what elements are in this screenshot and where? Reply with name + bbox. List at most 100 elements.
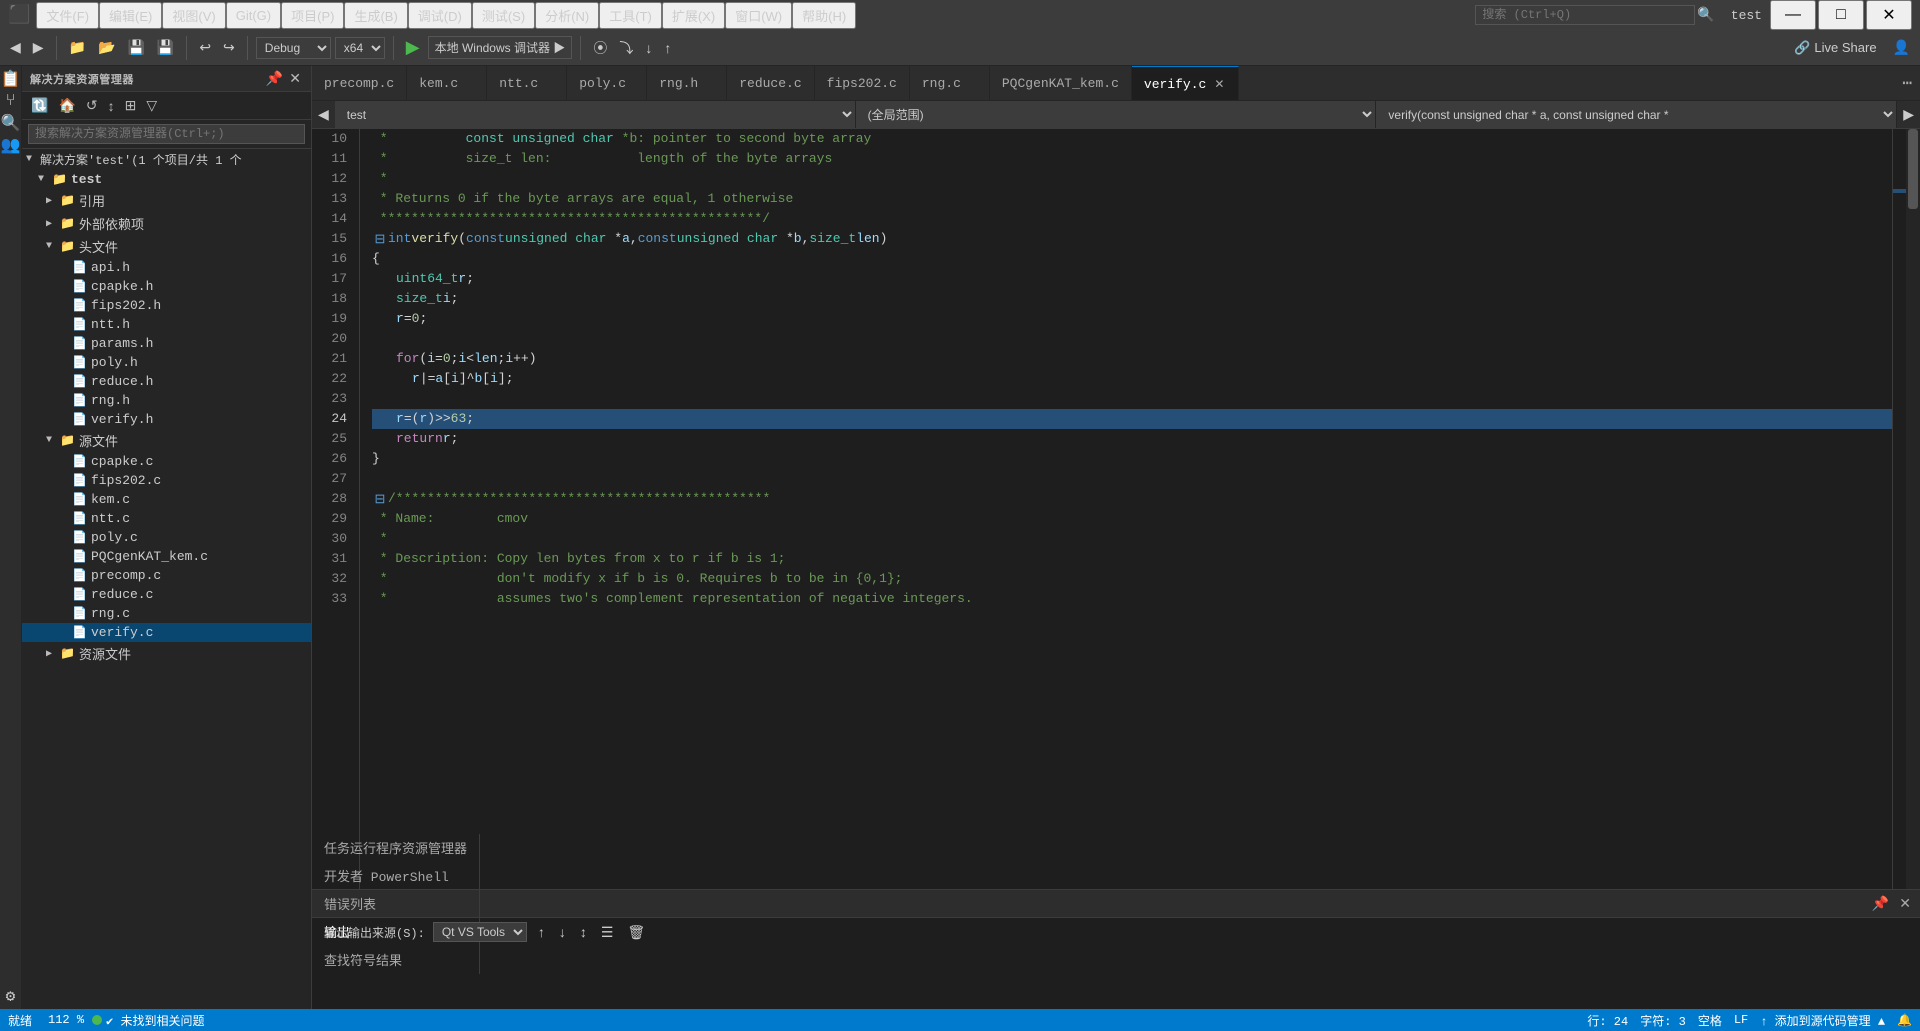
sidebar-collapse-button[interactable]: ↕ bbox=[105, 97, 118, 115]
tab-polyc[interactable]: poly.c bbox=[567, 66, 647, 101]
activity-settings[interactable]: ⚙ bbox=[2, 987, 20, 1005]
tree-item-precomp-c[interactable]: 📄precomp.c bbox=[22, 566, 311, 585]
breakpoint-button[interactable]: ⦿ bbox=[589, 36, 611, 60]
bottom-tab-开发者PowerShell[interactable]: 开发者 PowerShell bbox=[312, 862, 480, 890]
function-select[interactable]: verify(const unsigned char * a, const un… bbox=[1376, 101, 1897, 128]
tree-item-resources[interactable]: ▶📁资源文件 bbox=[22, 642, 311, 665]
maximize-button[interactable]: □ bbox=[1818, 0, 1864, 30]
output-clear-button[interactable]: 🗑 bbox=[624, 923, 648, 942]
tree-item-cpapke-c[interactable]: 📄cpapke.c bbox=[22, 452, 311, 471]
tree-item-fips202-h[interactable]: 📄fips202.h bbox=[22, 296, 311, 315]
tree-item-kem-c[interactable]: 📄kem.c bbox=[22, 490, 311, 509]
menu-item-w[interactable]: 窗口(W) bbox=[725, 2, 792, 29]
tree-item-PQCgenKAT-kem-c[interactable]: 📄PQCgenKAT_kem.c bbox=[22, 547, 311, 566]
tree-item-verify-c[interactable]: 📄verify.c bbox=[22, 623, 311, 642]
platform-select[interactable]: x64 x86 bbox=[335, 37, 385, 59]
save-button[interactable]: 💾 bbox=[123, 37, 148, 58]
output-down-button[interactable]: ↓ bbox=[556, 923, 569, 941]
sidebar-filter-button[interactable]: ▽ bbox=[143, 96, 160, 115]
tree-item-cpapke-h[interactable]: 📄cpapke.h bbox=[22, 277, 311, 296]
tree-item-ntt-h[interactable]: 📄ntt.h bbox=[22, 315, 311, 334]
sidebar-close-button[interactable]: ✕ bbox=[287, 70, 303, 87]
bottom-tab-查找符号结果[interactable]: 查找符号结果 bbox=[312, 946, 480, 974]
run-button[interactable]: ▶ bbox=[402, 35, 424, 60]
menu-item-d[interactable]: 调试(D) bbox=[408, 2, 472, 29]
step-out-button[interactable]: ↑ bbox=[660, 38, 675, 58]
tab-rngc[interactable]: rng.c bbox=[910, 66, 990, 101]
tree-item-api-h[interactable]: 📄api.h bbox=[22, 258, 311, 277]
menu-item-t[interactable]: 工具(T) bbox=[599, 2, 662, 29]
sidebar-pin-button[interactable]: 📌 bbox=[264, 70, 285, 87]
menu-item-x[interactable]: 扩展(X) bbox=[662, 2, 725, 29]
output-up-button[interactable]: ↑ bbox=[535, 923, 548, 941]
status-char[interactable]: 字符: 3 bbox=[1640, 1012, 1686, 1029]
sidebar-home-button[interactable]: 🏠 bbox=[55, 96, 78, 115]
code-editor[interactable]: * const unsigned char *b: pointer to sec… bbox=[360, 129, 1892, 889]
menu-item-gitg[interactable]: Git(G) bbox=[226, 2, 281, 29]
redo-button[interactable]: ↪ bbox=[219, 37, 239, 58]
bottom-pin-button[interactable]: 📌 bbox=[1869, 894, 1892, 913]
status-notifications[interactable]: 🔔 bbox=[1897, 1013, 1912, 1028]
output-list-button[interactable]: ☰ bbox=[598, 923, 617, 942]
user-icon-button[interactable]: 👤 bbox=[1889, 37, 1914, 58]
add-source-control[interactable]: ↑ 添加到源代码管理 ▲ bbox=[1760, 1012, 1885, 1029]
back-button[interactable]: ◀ bbox=[6, 37, 25, 58]
undo-button[interactable]: ↩ bbox=[195, 37, 215, 58]
tab-precompc[interactable]: precomp.c bbox=[312, 66, 407, 101]
bottom-tab-错误列表[interactable]: 错误列表 bbox=[312, 890, 480, 918]
func-back-button[interactable]: ◀ bbox=[312, 101, 335, 128]
tree-item-poly-c[interactable]: 📄poly.c bbox=[22, 528, 311, 547]
tree-item-ntt-c[interactable]: 📄ntt.c bbox=[22, 509, 311, 528]
tree-item-params-h[interactable]: 📄params.h bbox=[22, 334, 311, 353]
global-scope-select[interactable]: (全局范围) bbox=[856, 101, 1377, 128]
minimize-button[interactable]: — bbox=[1770, 0, 1816, 30]
tab-fips202c[interactable]: fips202.c bbox=[815, 66, 910, 101]
step-over-button[interactable]: ⤵ bbox=[615, 36, 637, 60]
sidebar-sync-button[interactable]: 🔃 bbox=[28, 96, 51, 115]
global-search-input[interactable] bbox=[1475, 5, 1695, 25]
output-source-select[interactable]: Qt VS Tools 生成 调试 bbox=[433, 922, 527, 942]
tree-item-reduce-h[interactable]: 📄reduce.h bbox=[22, 372, 311, 391]
save-all-button[interactable]: 💾 bbox=[153, 37, 178, 58]
tree-item-verify-h[interactable]: 📄verify.h bbox=[22, 410, 311, 429]
menu-item-p[interactable]: 项目(P) bbox=[281, 2, 344, 29]
tree-solution[interactable]: ▼ 解决方案'test'(1 个项目/共 1 个 bbox=[22, 149, 311, 170]
tab-kemc[interactable]: kem.c bbox=[407, 66, 487, 101]
bottom-tab-任务运行程序资源管理器[interactable]: 任务运行程序资源管理器 bbox=[312, 834, 480, 862]
debug-config-select[interactable]: Debug Release bbox=[256, 37, 331, 59]
tree-item-ext-deps[interactable]: ▶📁外部依赖项 bbox=[22, 212, 311, 235]
menu-item-e[interactable]: 编辑(E) bbox=[99, 2, 162, 29]
tab-rngh[interactable]: rng.h bbox=[647, 66, 727, 101]
close-button[interactable]: ✕ bbox=[1866, 0, 1912, 30]
sidebar-show-all-button[interactable]: ⊞ bbox=[122, 96, 140, 115]
scope-select[interactable]: test bbox=[335, 101, 856, 128]
tree-item-sources[interactable]: ▼📁源文件 bbox=[22, 429, 311, 452]
tree-project[interactable]: ▼ 📁 test bbox=[22, 170, 311, 189]
tab-reducec[interactable]: reduce.c bbox=[727, 66, 814, 101]
tree-item-poly-h[interactable]: 📄poly.h bbox=[22, 353, 311, 372]
tab-close-button[interactable]: ✕ bbox=[1212, 77, 1226, 91]
collapse-button2[interactable]: ⊟ bbox=[372, 489, 388, 509]
tree-item-reduce-c[interactable]: 📄reduce.c bbox=[22, 585, 311, 604]
status-line[interactable]: 行: 24 bbox=[1587, 1012, 1628, 1029]
menu-item-b[interactable]: 生成(B) bbox=[344, 2, 407, 29]
scroll-thumb[interactable] bbox=[1908, 129, 1918, 209]
tabs-more-button[interactable]: ⋯ bbox=[1894, 66, 1920, 100]
live-share-button[interactable]: 🔗 Live Share bbox=[1786, 38, 1884, 58]
activity-team[interactable]: 👥 bbox=[2, 136, 20, 154]
tree-item-headers[interactable]: ▼📁头文件 bbox=[22, 235, 311, 258]
tree-item-rng-c[interactable]: 📄rng.c bbox=[22, 604, 311, 623]
status-encoding[interactable]: LF bbox=[1734, 1013, 1748, 1027]
forward-button[interactable]: ▶ bbox=[29, 37, 48, 58]
tree-item-ref[interactable]: ▶📁引用 bbox=[22, 189, 311, 212]
func-forward-button[interactable]: ▶ bbox=[1897, 101, 1920, 128]
bottom-close-button[interactable]: ✕ bbox=[1896, 894, 1914, 913]
tab-nttc[interactable]: ntt.c bbox=[487, 66, 567, 101]
status-spaces[interactable]: 空格 bbox=[1698, 1012, 1722, 1029]
tree-item-fips202-c[interactable]: 📄fips202.c bbox=[22, 471, 311, 490]
menu-item-n[interactable]: 分析(N) bbox=[535, 2, 599, 29]
menu-item-h[interactable]: 帮助(H) bbox=[792, 2, 856, 29]
activity-solution-explorer[interactable]: 📋 bbox=[2, 70, 20, 88]
sidebar-refresh-button[interactable]: ↺ bbox=[83, 96, 101, 115]
activity-search[interactable]: 🔍 bbox=[2, 114, 20, 132]
